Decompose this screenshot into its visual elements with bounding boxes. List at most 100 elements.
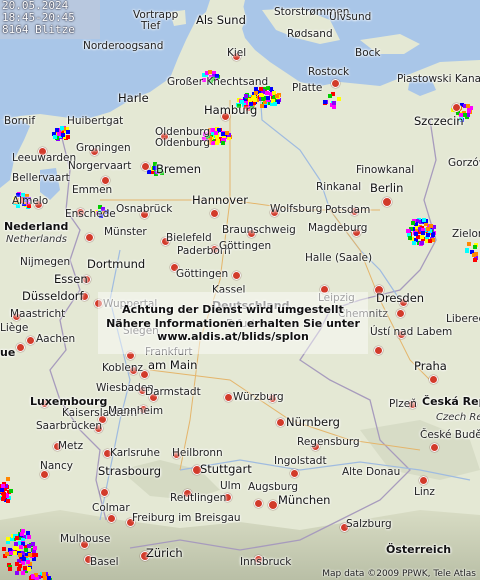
- lightning-strike: [15, 570, 20, 575]
- strike-count-label: 8164 Blitze: [2, 23, 75, 36]
- lightning-strike: [430, 233, 435, 238]
- place-label: Stuttgart: [200, 462, 252, 476]
- place-label: Bremen: [156, 162, 202, 176]
- place-label: Düsseldorf: [22, 289, 84, 303]
- place-label: Heilbronn: [172, 447, 223, 459]
- place-label: Maastricht: [10, 308, 66, 320]
- lightning-strike: [464, 248, 469, 253]
- place-label: Essen: [54, 272, 88, 286]
- city-dot: [331, 79, 340, 88]
- place-label: Potsdam: [325, 204, 371, 216]
- lightning-strike: [27, 534, 32, 539]
- place-label: Koblenz: [102, 362, 143, 374]
- lightning-strike: [26, 544, 31, 549]
- place-label: Enschede: [65, 208, 116, 220]
- lightning-strike: [61, 133, 66, 138]
- lightning-strike: [274, 94, 279, 99]
- lightning-strike: [407, 236, 412, 241]
- city-dot: [107, 514, 116, 523]
- place-label: Bornif: [4, 115, 36, 127]
- place-label: Mannheim: [108, 405, 164, 417]
- lightning-strike: [216, 139, 221, 144]
- place-label: Linz: [414, 486, 435, 498]
- place-label: Ulm: [220, 480, 241, 492]
- lightning-strike: [243, 93, 248, 98]
- place-label: Huibertgat: [67, 115, 124, 127]
- city-dot: [290, 469, 299, 478]
- city-dot: [452, 103, 461, 112]
- place-label: Bock: [355, 47, 381, 59]
- lightning-strike: [147, 169, 152, 174]
- place-label: Karlsruhe: [110, 447, 160, 459]
- place-label: Ústí nad Labem: [370, 326, 453, 338]
- place-label: Osnabrück: [116, 203, 173, 215]
- lightning-strike: [18, 564, 23, 569]
- place-label: Kiel: [227, 47, 247, 59]
- place-label: Norderoogsand: [83, 40, 164, 52]
- place-label: Würzburg: [233, 391, 284, 403]
- place-label: Česká Rep: [422, 395, 480, 408]
- place-label: Nederland: [4, 220, 69, 233]
- place-label: Szczecin: [414, 114, 464, 128]
- place-label: Freiburg im Breisgau: [132, 512, 241, 524]
- place-label: Liège: [0, 322, 29, 334]
- place-label: Piastowski Kanał: [397, 73, 480, 85]
- place-label: Netherlands: [6, 234, 67, 245]
- lightning-strike: [26, 559, 31, 564]
- city-dot: [382, 197, 392, 207]
- lightning-strike: [426, 227, 431, 232]
- lightning-strike: [54, 128, 59, 133]
- lightning-strike: [265, 96, 270, 101]
- place-label: Almelo: [12, 195, 49, 207]
- lightning-strike: [473, 251, 478, 256]
- city-dot: [100, 488, 109, 497]
- lightning-strike: [17, 553, 22, 558]
- lightning-strike: [20, 570, 25, 575]
- place-label: ue: [0, 346, 16, 359]
- place-label: Colmar: [92, 502, 130, 514]
- place-label: Basel: [90, 556, 119, 568]
- lightning-strike: [421, 231, 426, 236]
- city-dot: [85, 233, 94, 242]
- place-label: Münster: [104, 226, 147, 238]
- place-label: Göttingen: [176, 268, 229, 280]
- place-label: Alte Donau: [342, 466, 401, 478]
- service-notice: Achtung der Dienst wird umgestellt Näher…: [98, 292, 368, 354]
- place-label: Strasbourg: [98, 464, 162, 478]
- place-label: Aachen: [36, 333, 76, 345]
- lightning-strike: [466, 109, 471, 114]
- place-label: Innsbruck: [240, 556, 292, 568]
- place-label: Leeuwarden: [12, 152, 77, 164]
- lightning-strike: [14, 562, 19, 567]
- lightning-strike: [1, 484, 6, 489]
- place-label: Platte: [292, 82, 323, 94]
- notice-link[interactable]: www.aldis.at/blids/splon: [98, 330, 368, 343]
- lightning-map[interactable]: Vortrapp Tief Als Sund Storstrømmen Ulvs…: [0, 0, 480, 580]
- place-label: Ulvsund: [329, 11, 372, 23]
- lightning-strike: [224, 131, 229, 136]
- place-label: České Budějovice: [420, 429, 480, 441]
- place-label: Zielona: [452, 228, 480, 240]
- city-dot: [396, 309, 405, 318]
- lightning-strike: [331, 104, 336, 109]
- lightning-strike: [421, 217, 426, 222]
- lightning-strike: [14, 536, 19, 541]
- city-dot: [232, 271, 241, 280]
- lightning-strike: [273, 101, 278, 106]
- lightning-strike: [472, 258, 477, 263]
- lightning-strike: [467, 242, 472, 247]
- place-label: Darmstadt: [145, 386, 201, 398]
- place-label: Braunschweig: [222, 224, 296, 236]
- lightning-strike: [42, 575, 47, 580]
- place-label: Groningen: [76, 142, 131, 154]
- lightning-strike: [32, 546, 37, 551]
- city-dot: [429, 375, 438, 384]
- place-label: Als Sund: [196, 13, 246, 27]
- place-label: Rostock: [308, 66, 350, 78]
- place-label: Halle (Saale): [305, 252, 373, 264]
- lightning-strike: [211, 128, 216, 133]
- place-label: Plzeň: [389, 398, 417, 410]
- place-label: Praha: [414, 359, 447, 373]
- notice-line-1: Achtung der Dienst wird umgestellt: [122, 303, 344, 316]
- place-label: Rinkanal: [316, 181, 362, 193]
